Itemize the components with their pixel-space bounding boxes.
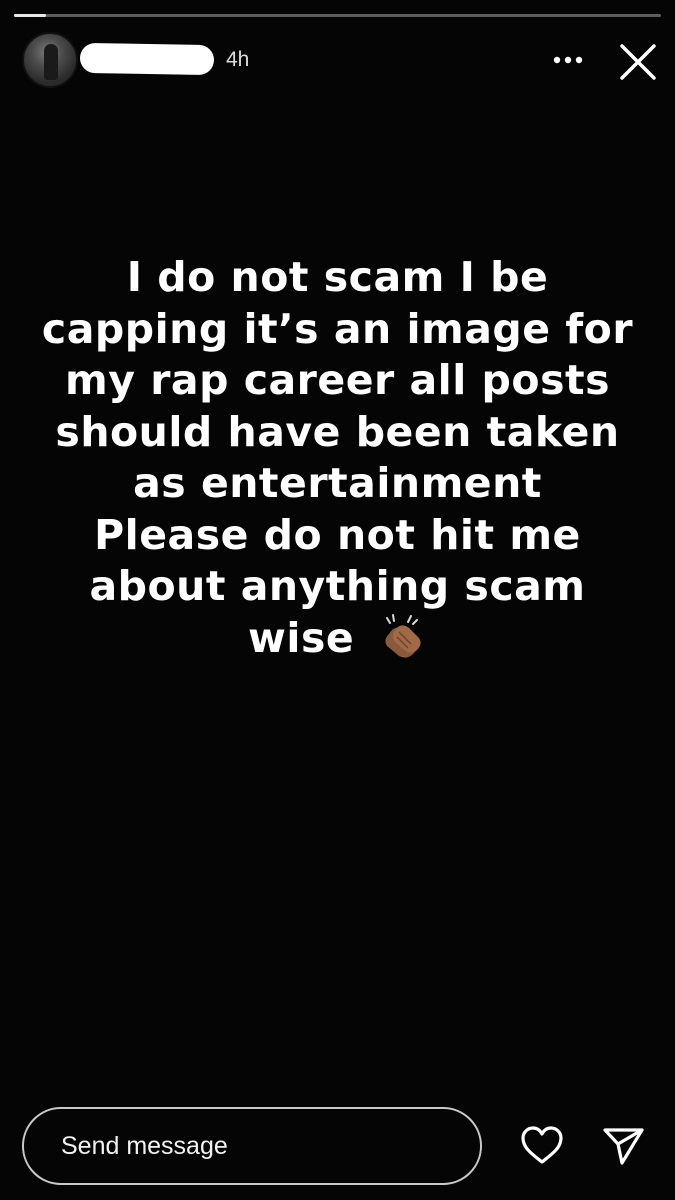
close-icon (620, 44, 656, 80)
story-progress-bar (14, 14, 661, 17)
like-button[interactable] (518, 1122, 566, 1170)
story-timestamp: 4h (226, 48, 250, 71)
heart-icon (521, 1126, 563, 1164)
story-text-line: wise (248, 613, 355, 662)
send-icon (603, 1128, 644, 1165)
story-viewer[interactable]: 4h I do not scam I be capping it’s an im… (0, 0, 675, 1200)
story-text-line: about anything scam (89, 562, 586, 610)
story-text-line: I do not scam I be (126, 253, 549, 301)
story-text-line: capping it’s an image for (41, 304, 634, 353)
send-message-input[interactable]: Send message (22, 1107, 482, 1185)
avatar[interactable] (22, 32, 78, 88)
story-text-line: as entertainment (133, 459, 542, 507)
send-message-placeholder: Send message (61, 1131, 228, 1160)
story-text-line: should have been taken (55, 407, 620, 456)
more-horizontal-icon (553, 56, 583, 64)
share-button[interactable] (598, 1120, 648, 1170)
username-redaction (79, 42, 215, 76)
story-progress-fill (14, 14, 47, 17)
story-text-line: my rap career all posts (64, 356, 610, 404)
more-options-button[interactable] (548, 40, 588, 80)
story-text-line: Please do not hit me (94, 510, 581, 559)
story-text-line-last: wise (40, 613, 635, 665)
close-button[interactable] (614, 38, 662, 86)
clapping-hands-icon (385, 613, 421, 658)
avatar-figure (44, 44, 58, 80)
story-text-block: I do not scam I be capping it’s an image… (40, 252, 635, 664)
